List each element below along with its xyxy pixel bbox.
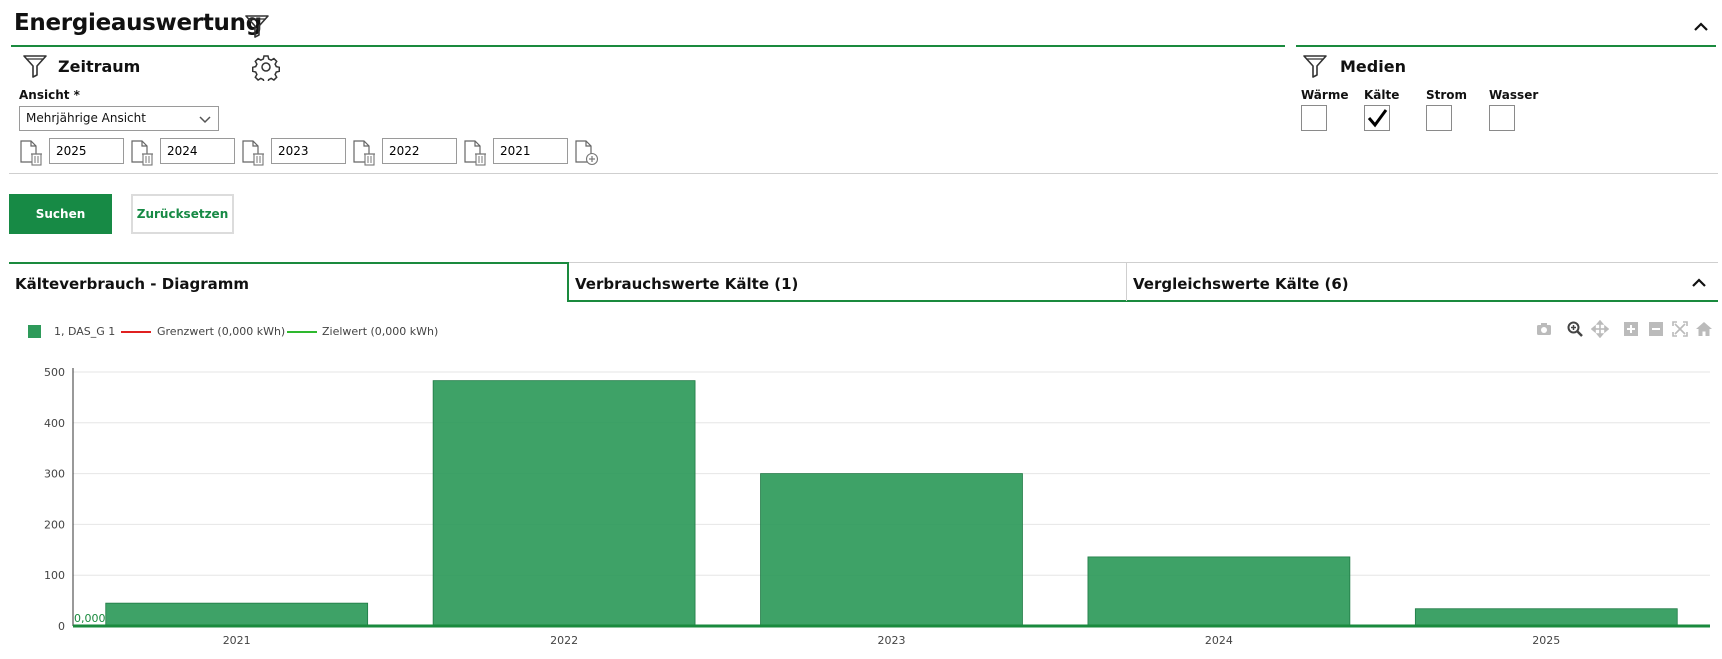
home-icon[interactable]	[1695, 320, 1713, 338]
x-tick-label: 2023	[878, 634, 906, 647]
y-tick-label: 0	[58, 620, 65, 633]
filter-icon[interactable]	[243, 12, 271, 40]
year-input[interactable]	[160, 138, 235, 164]
medium-label-kaelte: Kälte	[1364, 88, 1400, 102]
zoom-icon[interactable]	[1566, 320, 1584, 338]
zero-annotation: 0,000	[74, 612, 106, 625]
zeitraum-divider	[11, 45, 1285, 47]
x-tick-label: 2022	[550, 634, 578, 647]
y-tick-label: 500	[44, 366, 65, 379]
delete-year-icon[interactable]	[241, 139, 267, 167]
strom-checkbox[interactable]	[1426, 105, 1452, 131]
autoscale-icon[interactable]	[1671, 320, 1689, 338]
ansicht-label: Ansicht *	[19, 88, 80, 102]
y-tick-label: 400	[44, 417, 65, 430]
filter-icon	[1303, 55, 1327, 78]
legend-label-zielwert: Zielwert (0,000 kWh)	[322, 325, 439, 338]
legend-line-grenzwert	[121, 331, 151, 333]
x-tick-label: 2024	[1205, 634, 1233, 647]
pan-icon[interactable]	[1591, 320, 1609, 338]
delete-year-icon[interactable]	[130, 139, 156, 167]
reset-button[interactable]: Zurücksetzen	[131, 194, 234, 234]
legend-swatch-series	[28, 325, 41, 338]
bar-chart: 0 100 200 300 400 500 2021 2022 2023 2024 2025 0,…	[44, 366, 1710, 647]
bar-2023[interactable]	[760, 473, 1023, 627]
legend-line-zielwert	[287, 331, 317, 333]
bar-2024[interactable]	[1087, 556, 1351, 627]
delete-year-icon[interactable]	[352, 139, 378, 167]
zeitraum-title: Zeitraum	[58, 57, 141, 76]
checkmark-icon	[1367, 109, 1388, 128]
filter-bottom-divider	[9, 173, 1718, 174]
x-tick-label: 2021	[223, 634, 251, 647]
bar-2021[interactable]	[105, 602, 369, 627]
bar-2025[interactable]	[1414, 608, 1678, 627]
medien-title: Medien	[1340, 57, 1406, 76]
year-input[interactable]	[493, 138, 568, 164]
filter-icon	[23, 55, 47, 78]
settings-gear-icon[interactable]	[252, 53, 280, 81]
year-input[interactable]	[271, 138, 346, 164]
y-tick-label: 200	[44, 518, 65, 531]
x-tick-label: 2025	[1532, 634, 1560, 647]
medium-label-wasser: Wasser	[1489, 88, 1539, 102]
legend-label-series: 1, DAS_G 1	[54, 325, 116, 338]
bar-2022[interactable]	[432, 380, 696, 627]
add-year-icon[interactable]	[574, 139, 600, 167]
legend-label-grenzwert: Grenzwert (0,000 kWh)	[157, 325, 286, 338]
zoom-in-icon[interactable]	[1622, 320, 1640, 338]
waerme-checkbox[interactable]	[1301, 105, 1327, 131]
delete-year-icon[interactable]	[19, 139, 45, 167]
medien-divider	[1296, 45, 1716, 47]
zoom-out-icon[interactable]	[1647, 320, 1665, 338]
camera-icon[interactable]	[1535, 320, 1553, 338]
delete-year-icon[interactable]	[463, 139, 489, 167]
tab-verbrauchswerte-kaelte[interactable]: Verbrauchswerte Kälte (1)	[569, 262, 1125, 302]
kaelte-checkbox[interactable]	[1364, 105, 1390, 131]
chevron-down-icon	[199, 116, 211, 124]
year-input[interactable]	[49, 138, 124, 164]
y-tick-label: 100	[44, 569, 65, 582]
collapse-icon[interactable]	[1688, 272, 1710, 294]
tab-vergleichswerte-kaelte[interactable]: Vergleichswerte Kälte (6)	[1127, 262, 1667, 302]
search-button[interactable]: Suchen	[9, 194, 112, 234]
ansicht-select[interactable]: Mehrjährige Ansicht	[19, 106, 219, 131]
year-input[interactable]	[382, 138, 457, 164]
ansicht-select-value: Mehrjährige Ansicht	[26, 111, 146, 125]
medium-label-waerme: Wärme	[1301, 88, 1349, 102]
page-title: Energieauswertung	[14, 10, 262, 36]
tab-kaelteverbrauch-diagramm[interactable]: Kälteverbrauch - Diagramm	[9, 262, 565, 302]
medium-label-strom: Strom	[1426, 88, 1468, 102]
wasser-checkbox[interactable]	[1489, 105, 1515, 131]
collapse-icon[interactable]	[1690, 16, 1712, 38]
y-tick-label: 300	[44, 468, 65, 481]
